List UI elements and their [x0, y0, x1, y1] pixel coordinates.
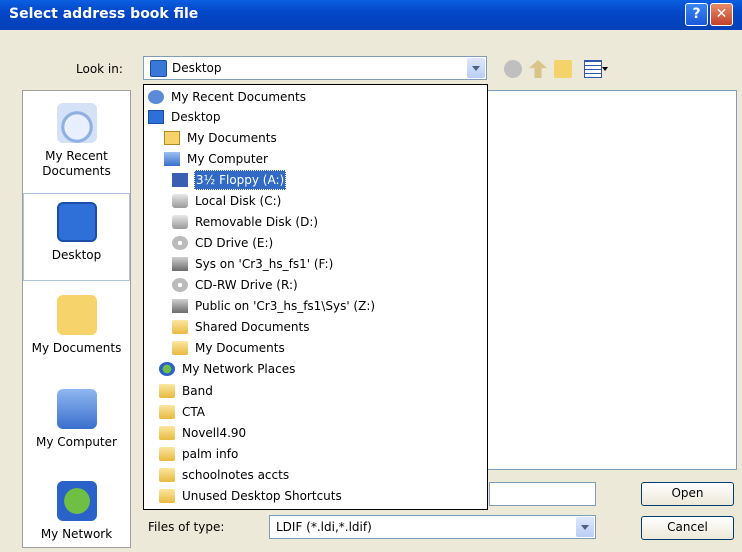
- my-computer-icon: [164, 152, 180, 166]
- new-folder-icon[interactable]: [554, 60, 572, 78]
- dropdown-item-label: CTA: [182, 405, 205, 419]
- my-computer-icon: [56, 389, 97, 429]
- cancel-button[interactable]: Cancel: [641, 516, 734, 540]
- folder-icon: [172, 320, 188, 334]
- place-label: My Computer: [36, 435, 117, 449]
- hard-disk-icon: [172, 194, 188, 208]
- up-folder-icon[interactable]: [529, 60, 547, 78]
- place-recent-documents[interactable]: My Recent Documents: [23, 103, 130, 179]
- dropdown-item-label: My Network Places: [182, 362, 296, 376]
- removable-disk-icon: [172, 215, 188, 229]
- title-bar[interactable]: Select address book file ? ✕: [0, 0, 742, 30]
- file-name-input[interactable]: [489, 482, 596, 506]
- place-label: My Network: [40, 527, 113, 541]
- look-in-dropdown: My Recent Documents Desktop My Documents…: [143, 84, 488, 510]
- place-label: My Documents: [31, 341, 122, 355]
- place-my-documents[interactable]: My Documents: [23, 295, 130, 356]
- file-type-label: Files of type:: [148, 520, 225, 534]
- network-places-icon: [159, 362, 175, 376]
- dropdown-item-label: Band: [182, 384, 213, 398]
- chevron-down-icon[interactable]: [576, 517, 594, 537]
- network-drive-icon: [172, 257, 188, 271]
- dropdown-item-label: palm info: [182, 447, 239, 461]
- folder-icon: [159, 405, 175, 419]
- folder-icon: [159, 426, 175, 440]
- dropdown-item-label: Sys on 'Cr3_hs_fs1' (F:): [195, 257, 334, 271]
- desktop-icon: [56, 202, 97, 242]
- folder-icon: [172, 341, 188, 355]
- my-documents-icon: [164, 131, 180, 145]
- views-caret-icon[interactable]: [602, 67, 608, 71]
- folder-icon: [159, 468, 175, 482]
- file-type-value: LDIF (*.ldi,*.ldif): [276, 520, 372, 534]
- dropdown-item-label: Removable Disk (D:): [195, 215, 319, 229]
- help-button[interactable]: ?: [685, 3, 708, 26]
- dropdown-item-label: CD Drive (E:): [195, 236, 274, 250]
- dropdown-item-label: Novell4.90: [182, 426, 247, 440]
- cd-drive-icon: [172, 236, 188, 250]
- dropdown-item-label: My Computer: [187, 152, 268, 166]
- network-drive-icon: [172, 299, 188, 313]
- dialog-title: Select address book file: [9, 6, 199, 22]
- dropdown-item-label: Local Disk (C:): [195, 194, 282, 208]
- desktop-icon: [148, 110, 164, 124]
- look-in-label: Look in:: [76, 62, 123, 76]
- close-button[interactable]: ✕: [710, 3, 733, 26]
- dropdown-item-label: Unused Desktop Shortcuts: [182, 489, 342, 503]
- recent-documents-icon: [56, 103, 97, 143]
- chevron-down-icon[interactable]: [467, 58, 485, 78]
- dropdown-item-label: My Documents: [187, 131, 277, 145]
- places-bar: My Recent Documents Desktop My Documents…: [22, 90, 131, 548]
- dropdown-item-label: schoolnotes accts: [182, 468, 290, 482]
- place-my-network[interactable]: My Network: [23, 481, 130, 542]
- folder-icon: [159, 447, 175, 461]
- file-type-combo[interactable]: LDIF (*.ldi,*.ldif): [269, 515, 596, 539]
- folder-icon: [159, 489, 175, 503]
- dropdown-item-label: My Recent Documents: [171, 90, 306, 104]
- recent-documents-icon: [148, 90, 164, 104]
- look-in-value: Desktop: [172, 61, 222, 75]
- dropdown-item-label: Shared Documents: [195, 320, 310, 334]
- open-button[interactable]: Open: [641, 482, 734, 506]
- floppy-drive-icon: [172, 173, 188, 187]
- cd-drive-icon: [172, 278, 188, 292]
- views-menu-icon[interactable]: [584, 60, 602, 78]
- desktop-icon: [150, 60, 167, 77]
- dropdown-item-label: Public on 'Cr3_hs_fs1\Sys' (Z:): [195, 299, 376, 313]
- select-address-book-dialog: Select address book file ? ✕ Look in: De…: [0, 0, 742, 552]
- folder-icon: [159, 384, 175, 398]
- dropdown-item-label: CD-RW Drive (R:): [195, 278, 298, 292]
- place-label: My Recent Documents: [42, 149, 111, 178]
- place-my-computer[interactable]: My Computer: [23, 389, 130, 450]
- back-icon[interactable]: [504, 60, 522, 78]
- my-network-icon: [56, 481, 97, 521]
- dropdown-item-label: Desktop: [171, 110, 221, 124]
- dropdown-item-label: 3½ Floppy (A:): [194, 170, 287, 190]
- place-label: Desktop: [51, 248, 102, 262]
- my-documents-icon: [56, 295, 97, 335]
- place-desktop[interactable]: Desktop: [23, 193, 130, 281]
- look-in-combo[interactable]: Desktop: [143, 56, 487, 80]
- dropdown-item-label: My Documents: [195, 341, 285, 355]
